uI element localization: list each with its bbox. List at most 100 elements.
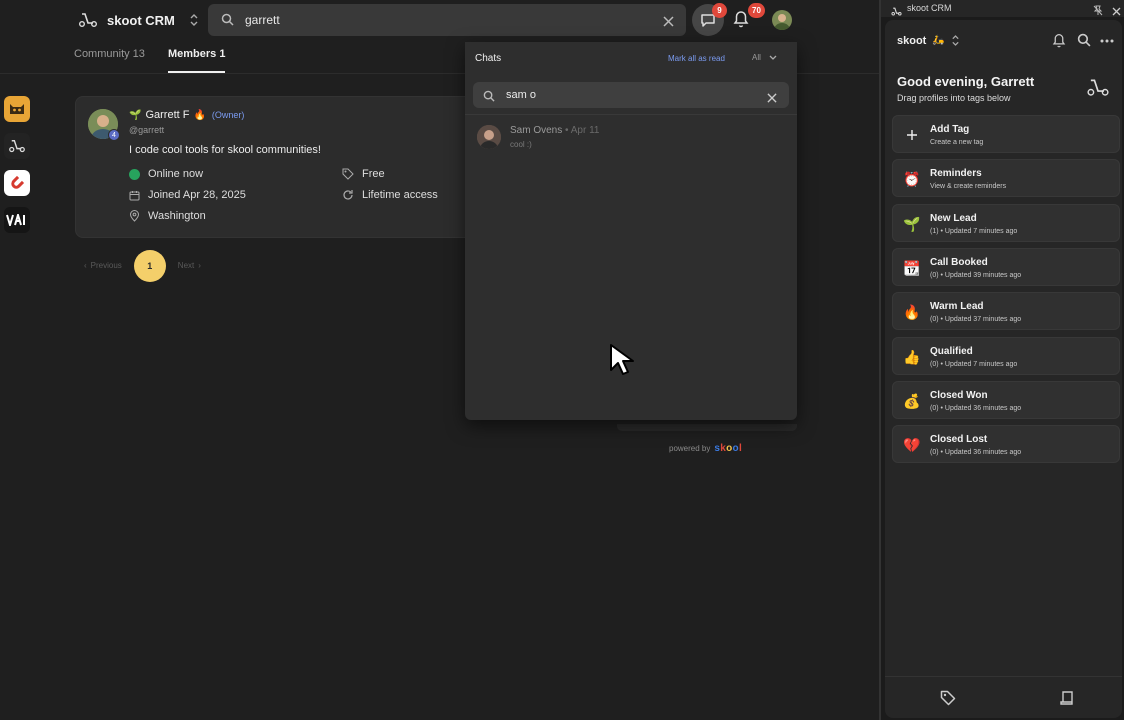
refresh-icon <box>343 190 353 200</box>
community-cat-icon[interactable] <box>4 96 30 122</box>
main-area: skoot CRM garrett 9 70 Community 13 Memb… <box>0 0 879 720</box>
tag-name: Reminders <box>930 168 982 179</box>
user-avatar[interactable] <box>772 10 792 30</box>
calendar-icon <box>129 190 140 200</box>
active-tab-indicator <box>168 71 225 73</box>
tags-nav-icon[interactable] <box>940 690 956 711</box>
switch-chevron-icon <box>952 35 959 46</box>
access-text: Lifetime access <box>362 189 438 201</box>
notes-nav-icon[interactable] <box>1059 690 1075 711</box>
level-badge: 4 <box>108 129 120 141</box>
skool-logo[interactable]: skool <box>714 443 742 454</box>
tag-subtitle: View & create reminders <box>930 183 1007 190</box>
tag-name: Warm Lead <box>930 301 984 312</box>
membership-access: Lifetime access <box>342 189 438 201</box>
next-page-button[interactable]: Next › <box>178 261 201 270</box>
chat-search-input[interactable]: sam o <box>506 89 536 101</box>
brand-switcher[interactable]: skoot CRM <box>78 9 199 31</box>
community-scooter-icon[interactable] <box>4 133 30 159</box>
online-status-text: Online now <box>148 168 204 180</box>
clear-search-icon[interactable] <box>663 14 674 32</box>
panel-footer <box>885 676 1122 718</box>
tag-reminders[interactable]: ⏰ Reminders View & create reminders <box>892 159 1120 197</box>
tag-subtitle: (0) • Updated 7 minutes ago <box>930 361 1018 368</box>
member-name[interactable]: Garrett F <box>145 109 189 121</box>
more-options-icon[interactable] <box>1100 39 1114 43</box>
online-dot-icon <box>129 168 140 180</box>
chat-search-bar[interactable]: sam o <box>473 82 789 108</box>
tag-warm-lead[interactable]: 🔥 Warm Lead (0) • Updated 37 minutes ago <box>892 292 1120 330</box>
close-icon[interactable] <box>1112 3 1121 21</box>
bell-icon <box>733 11 749 28</box>
plus-icon <box>903 126 921 144</box>
divider <box>465 114 797 115</box>
price-text: Free <box>362 168 385 180</box>
member-location: Washington <box>129 210 206 222</box>
scooter-icon <box>1086 78 1110 102</box>
tag-subtitle: Create a new tag <box>930 139 984 146</box>
panel-search-icon[interactable] <box>1077 33 1091 47</box>
greeting-heading: Good evening, Garrett <box>897 74 1035 89</box>
clear-chat-search-icon[interactable] <box>767 90 777 108</box>
workspace-switcher[interactable]: skoot 🛵 <box>897 34 960 47</box>
community-magnet-icon[interactable] <box>4 170 30 196</box>
top-bar: skoot CRM garrett 9 70 <box>0 0 879 42</box>
panel-title-bar: skoot CRM <box>881 0 1124 17</box>
workspace-name: skoot <box>897 34 927 47</box>
chat-avatar <box>477 125 501 149</box>
community-vai-icon[interactable] <box>4 207 30 233</box>
tag-new-lead[interactable]: 🌱 New Lead (1) • Updated 7 minutes ago <box>892 204 1120 242</box>
panel-window-title: skoot CRM <box>907 3 952 13</box>
owner-label: (Owner) <box>211 110 245 120</box>
panel-body: skoot 🛵 Good evening, Garrett Drag profi… <box>885 20 1122 718</box>
tag-name: New Lead <box>930 213 977 224</box>
tag-name: Call Booked <box>930 257 988 268</box>
page-1-button[interactable]: 1 <box>133 249 166 282</box>
search-input[interactable]: garrett <box>245 13 280 27</box>
mark-all-read-link[interactable]: Mark all as read <box>668 54 725 63</box>
tag-subtitle: (0) • Updated 36 minutes ago <box>930 405 1022 412</box>
scooter-emoji-icon: 🛵 <box>932 35 945 46</box>
joined-text: Joined Apr 28, 2025 <box>148 189 246 201</box>
greeting-subtitle: Drag profiles into tags below <box>897 93 1011 103</box>
search-bar[interactable]: garrett <box>208 4 686 36</box>
chevron-left-icon: ‹ <box>84 261 87 270</box>
previous-page-button[interactable]: ‹ Previous <box>84 261 122 270</box>
location-text: Washington <box>148 210 206 222</box>
app-root: skoot CRM garrett 9 70 Community 13 Memb… <box>0 0 1124 720</box>
fire-icon: 🔥 <box>903 303 921 320</box>
member-card[interactable]: 4 🌱 Garrett F 🔥 (Owner) @garrett I code … <box>75 96 475 238</box>
chat-date: Apr 11 <box>570 125 600 136</box>
member-bio: I code cool tools for skool communities! <box>129 144 321 156</box>
chat-filter-select[interactable]: All <box>752 53 777 62</box>
add-tag-button[interactable]: Add Tag Create a new tag <box>892 115 1120 153</box>
chat-list-item[interactable]: Sam Ovens • Apr 11 cool :) <box>465 118 797 158</box>
alarm-clock-icon: ⏰ <box>903 170 921 187</box>
fire-icon: 🔥 <box>193 109 206 121</box>
pin-icon[interactable] <box>1093 3 1103 21</box>
chat-sender-name: Sam Ovens <box>510 125 563 136</box>
chats-title: Chats <box>475 53 502 64</box>
price-tag-icon <box>342 168 354 180</box>
tab-community[interactable]: Community 13 <box>74 48 145 60</box>
seedling-icon: 🌱 <box>129 109 142 121</box>
brand-name: skoot CRM <box>107 12 175 28</box>
tag-call-booked[interactable]: 📆 Call Booked (0) • Updated 39 minutes a… <box>892 248 1120 286</box>
membership-price: Free <box>342 168 385 180</box>
panel-bell-icon[interactable] <box>1052 33 1066 48</box>
chat-badge: 9 <box>712 3 727 18</box>
tab-members[interactable]: Members 1 <box>168 48 225 60</box>
seedling-icon: 🌱 <box>903 215 921 232</box>
location-pin-icon <box>129 210 140 222</box>
tag-closed-lost[interactable]: 💔 Closed Lost (0) • Updated 36 minutes a… <box>892 425 1120 463</box>
money-bag-icon: 💰 <box>903 392 921 409</box>
community-rail <box>4 96 30 244</box>
tag-name: Add Tag <box>930 124 970 135</box>
member-name-row: 🌱 Garrett F 🔥 (Owner) <box>129 109 244 121</box>
tag-closed-won[interactable]: 💰 Closed Won (0) • Updated 36 minutes ag… <box>892 381 1120 419</box>
search-icon <box>221 13 234 31</box>
tag-qualified[interactable]: 👍 Qualified (0) • Updated 7 minutes ago <box>892 337 1120 375</box>
tag-name: Qualified <box>930 346 973 357</box>
scooter-logo-icon <box>891 3 902 21</box>
previous-label: Previous <box>90 261 122 270</box>
